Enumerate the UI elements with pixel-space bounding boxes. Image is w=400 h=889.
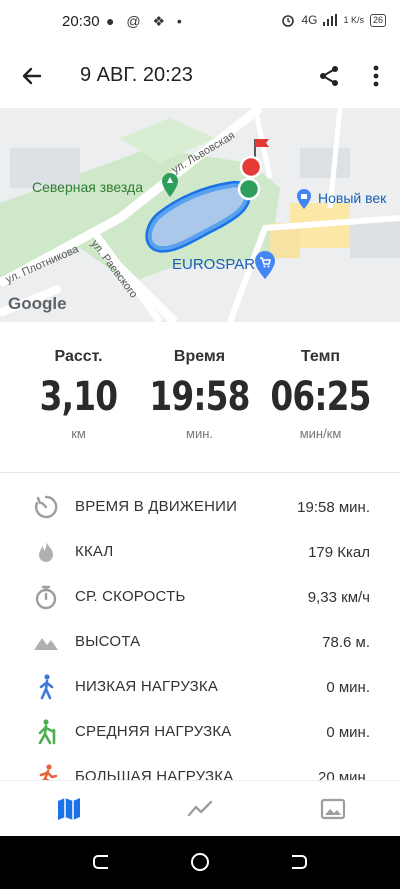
stat-distance-unit: км	[71, 426, 86, 441]
recent-apps-icon[interactable]	[90, 850, 114, 874]
detail-label: БОЛЬШАЯ НАГРУЗКА	[75, 768, 234, 780]
back-nav-icon[interactable]	[286, 850, 310, 874]
detail-value: 0 мин.	[326, 679, 370, 696]
stat-distance-value: 3,10	[39, 374, 118, 420]
stat-time: Время 19:58 мин.	[133, 322, 266, 441]
mountain-icon	[34, 638, 58, 650]
stat-time-unit: мин.	[186, 426, 213, 441]
alarm-icon	[282, 15, 295, 27]
trend-chart-icon[interactable]	[186, 795, 214, 823]
stat-pace-value: 06:25	[270, 374, 371, 420]
list-item: СР. СКОРОСТЬ 9,33 км/ч	[0, 575, 400, 620]
start-marker-icon	[237, 177, 261, 201]
stat-pace-unit: мин/км	[299, 426, 342, 441]
list-item: НИЗКАЯ НАГРУЗКА 0 мин.	[0, 665, 400, 710]
stopwatch-icon	[35, 585, 57, 610]
list-item: ВЫСОТА 78.6 м.	[0, 620, 400, 665]
list-item: СРЕДНЯЯ НАГРУЗКА 0 мин.	[0, 710, 400, 755]
notification-icons: ● @ ❖ •	[106, 13, 186, 29]
detail-label: ККАЛ	[75, 543, 114, 560]
image-icon[interactable]	[319, 795, 347, 823]
detail-label: СР. СКОРОСТЬ	[75, 588, 186, 605]
hiker-icon	[38, 719, 56, 745]
stat-pace-label: Темп	[300, 348, 341, 365]
status-indicators: 4G 1 K/s 26	[281, 13, 386, 27]
list-item: БОЛЬШАЯ НАГРУЗКА 20 мин.	[0, 755, 400, 780]
detail-value: 19:58 мин.	[297, 499, 370, 516]
detail-value: 0 мин.	[326, 724, 370, 741]
signal-icon	[323, 14, 338, 26]
finish-marker-icon	[239, 155, 263, 179]
more-options-icon[interactable]	[362, 62, 390, 90]
stat-pace: Темп 06:25 мин/км	[254, 322, 387, 441]
flame-icon	[39, 541, 53, 562]
list-item: ВРЕМЯ В ДВИЖЕНИИ 19:58 мин.	[0, 485, 400, 530]
share-icon[interactable]	[315, 62, 343, 90]
home-icon[interactable]	[188, 850, 212, 874]
poi-label-eurospar: EUROSPAR	[172, 256, 256, 273]
shopping-pin-icon[interactable]	[296, 188, 312, 210]
list-item: ККАЛ 179 Ккал	[0, 530, 400, 575]
detail-label: СРЕДНЯЯ НАГРУЗКА	[75, 723, 232, 740]
back-arrow-icon[interactable]	[18, 62, 46, 90]
app-bar: 9 АВГ. 20:23	[0, 44, 400, 108]
data-speed: 1 K/s	[343, 15, 364, 25]
runner-icon	[39, 764, 58, 780]
detail-label: НИЗКАЯ НАГРУЗКА	[75, 678, 219, 695]
detail-label: ВЫСОТА	[75, 633, 141, 650]
bottom-nav	[0, 780, 400, 837]
detail-label: ВРЕМЯ В ДВИЖЕНИИ	[75, 498, 238, 515]
status-time: 20:30	[62, 13, 100, 30]
stat-distance-label: Расст.	[54, 348, 103, 365]
stat-distance: Расст. 3,10 км	[12, 322, 145, 441]
map-icon[interactable]	[55, 795, 83, 823]
detail-value: 20 мин.	[318, 769, 370, 780]
stat-time-value: 19:58	[149, 374, 250, 420]
battery-icon: 26	[369, 13, 386, 27]
detail-value: 9,33 км/ч	[307, 589, 370, 606]
cart-pin-icon[interactable]	[253, 250, 277, 280]
details-list[interactable]: ВРЕМЯ В ДВИЖЕНИИ 19:58 мин. ККАЛ 179 Кка…	[0, 472, 400, 780]
google-logo: Google	[8, 294, 67, 313]
timer-moving-icon	[35, 495, 58, 519]
system-nav-bar	[0, 836, 400, 889]
detail-value: 179 Ккал	[308, 544, 370, 561]
stat-time-label: Время	[173, 348, 226, 365]
poi-label-north-star: Северная звезда	[32, 179, 143, 195]
park-pin-icon[interactable]	[160, 172, 180, 198]
status-bar: 20:30 ● @ ❖ • 4G 1 K/s 26	[0, 0, 400, 44]
detail-value: 78.6 м.	[322, 634, 370, 651]
page-title: 9 АВГ. 20:23	[80, 64, 193, 86]
network-type: 4G	[301, 13, 318, 27]
route-map[interactable]: Северная звезда Новый век EUROSPAR ул. Л…	[0, 108, 400, 322]
poi-label-new-age: Новый век	[318, 190, 387, 206]
walker-icon	[39, 674, 54, 700]
summary-stats: Расст. 3,10 км Время 19:58 мин. Темп 06:…	[0, 322, 400, 473]
